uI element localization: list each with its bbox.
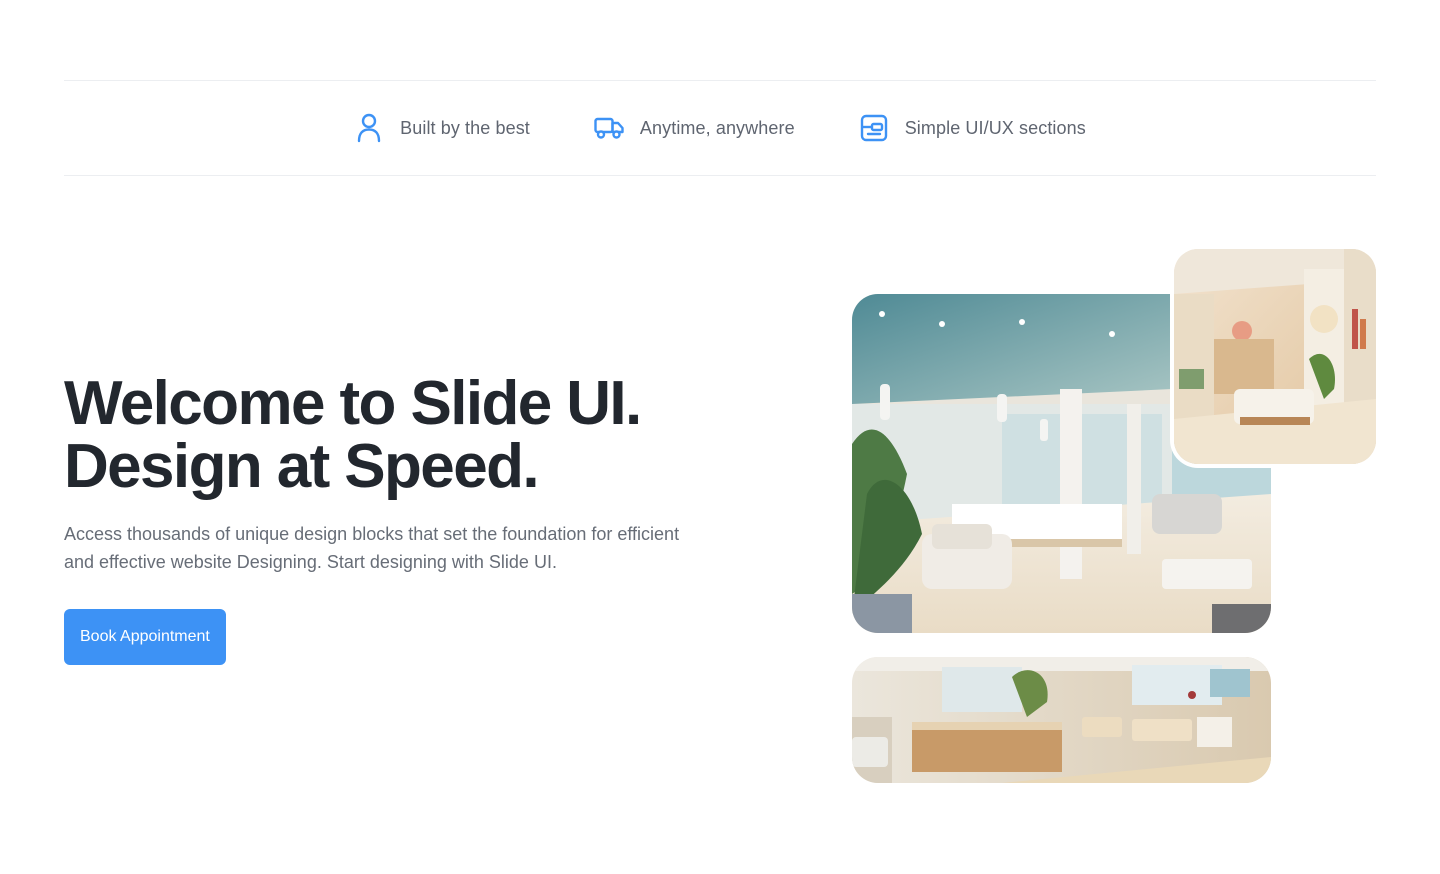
feature-label: Built by the best bbox=[400, 117, 530, 138]
waiting-room-photo bbox=[1174, 249, 1376, 464]
hero-title-line-2: Design at Speed. bbox=[64, 432, 540, 501]
feature-anytime-anywhere: Anytime, anywhere bbox=[594, 113, 795, 143]
features-bar: Built by the best Anytime, anywhere Simp… bbox=[64, 80, 1376, 176]
hero-section: Welcome to Slide UI. Design at Speed. Ac… bbox=[64, 372, 784, 665]
feature-label: Simple UI/UX sections bbox=[904, 117, 1086, 138]
hero-title: Welcome to Slide UI. Design at Speed. bbox=[64, 372, 784, 498]
truck-icon bbox=[594, 113, 624, 143]
feature-built-by-best: Built by the best bbox=[354, 113, 530, 143]
book-appointment-button[interactable]: Book Appointment bbox=[64, 609, 226, 665]
layout-icon bbox=[859, 113, 889, 143]
feature-label: Anytime, anywhere bbox=[639, 117, 795, 138]
reception-photo bbox=[852, 657, 1271, 783]
hero-title-line-1: Welcome to Slide UI. bbox=[64, 369, 642, 438]
hero-subtitle: Access thousands of unique design blocks… bbox=[64, 524, 680, 572]
user-icon bbox=[354, 113, 384, 143]
feature-simple-sections: Simple UI/UX sections bbox=[859, 113, 1086, 143]
